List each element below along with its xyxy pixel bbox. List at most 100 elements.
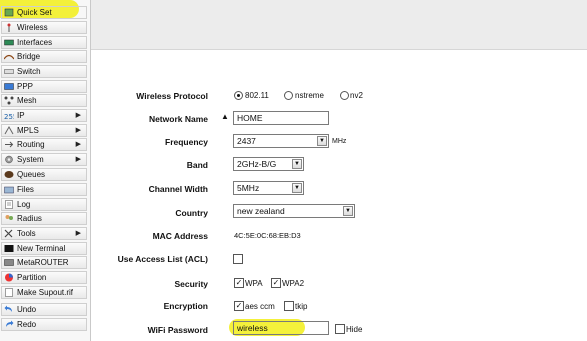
chevron-right-icon: ▶ bbox=[75, 127, 81, 134]
wifi-password-input[interactable]: wireless bbox=[233, 321, 329, 335]
wpa-checkbox[interactable]: ✓ bbox=[234, 278, 244, 288]
sidebar-item-bridge[interactable]: Bridge bbox=[1, 50, 87, 63]
use-acl-checkbox[interactable] bbox=[233, 254, 243, 264]
ip-icon: 255 bbox=[4, 111, 14, 120]
antenna-icon bbox=[4, 23, 14, 32]
terminal-icon bbox=[4, 244, 14, 253]
country-select[interactable]: new zealand ▼ bbox=[233, 204, 355, 218]
sidebar-item-switch[interactable]: Switch bbox=[1, 65, 87, 78]
metarouter-icon bbox=[4, 258, 14, 267]
sidebar-item-undo[interactable]: Undo bbox=[1, 303, 87, 316]
ppp-icon bbox=[4, 82, 14, 91]
sidebar-item-metarouter[interactable]: MetaROUTER bbox=[1, 256, 87, 269]
sidebar-item-ppp[interactable]: PPP bbox=[1, 80, 87, 93]
mac-address-value: 4C:5E:0C:68:EB:D3 bbox=[234, 231, 301, 240]
hide-password-label: Hide bbox=[346, 325, 363, 334]
sidebar-item-label: Undo bbox=[17, 305, 37, 314]
chevron-right-icon: ▶ bbox=[75, 141, 81, 148]
sidebar-item-mpls[interactable]: MPLS ▶ bbox=[1, 124, 87, 137]
mesh-icon bbox=[4, 96, 14, 105]
wireless-protocol-label: Wireless Protocol bbox=[136, 91, 208, 101]
network-name-input[interactable]: HOME bbox=[233, 111, 329, 125]
encryption-label: Encryption bbox=[163, 301, 208, 311]
queues-icon bbox=[4, 170, 14, 179]
security-label: Security bbox=[174, 279, 208, 289]
chevron-down-icon[interactable]: ▼ bbox=[292, 159, 302, 169]
frequency-unit: MHz bbox=[332, 138, 347, 145]
aes-ccm-checkbox[interactable]: ✓ bbox=[234, 301, 244, 311]
sidebar-item-label: Interfaces bbox=[17, 38, 53, 47]
chevron-down-icon[interactable]: ▼ bbox=[292, 183, 302, 193]
tkip-checkbox[interactable] bbox=[284, 301, 294, 311]
sidebar-item-system[interactable]: System ▶ bbox=[1, 153, 87, 166]
sidebar-menu: Quick Set Wireless Interfaces Bridge Switch P… bbox=[0, 0, 91, 341]
sidebar-item-redo[interactable]: Redo bbox=[1, 318, 87, 331]
chevron-right-icon: ▶ bbox=[75, 230, 81, 237]
sidebar-item-make-supout-rif[interactable]: Make Supout.rif bbox=[1, 286, 87, 299]
sidebar-item-label: Mesh bbox=[17, 96, 37, 105]
sidebar-item-label: Redo bbox=[17, 320, 37, 329]
sidebar-item-label: Partition bbox=[17, 273, 47, 282]
switch-icon bbox=[4, 67, 14, 76]
chevron-down-icon[interactable]: ▼ bbox=[343, 206, 353, 216]
chevron-down-icon[interactable]: ▼ bbox=[317, 136, 327, 146]
top-panel bbox=[91, 0, 587, 50]
sidebar-item-label: Quick Set bbox=[17, 8, 52, 17]
channel-width-select[interactable]: 5MHz ▼ bbox=[233, 181, 304, 195]
sidebar-item-label: Switch bbox=[17, 67, 41, 76]
sidebar-item-label: Routing bbox=[17, 140, 45, 149]
sidebar-item-new-terminal[interactable]: New Terminal bbox=[1, 242, 87, 255]
sidebar-item-label: Wireless bbox=[17, 23, 48, 32]
country-value: new zealand bbox=[237, 206, 285, 216]
sidebar-item-interfaces[interactable]: Interfaces bbox=[1, 36, 87, 49]
interfaces-icon bbox=[4, 38, 14, 47]
frequency-select[interactable]: 2437 ▼ bbox=[233, 134, 329, 148]
protocol-nstreme-radio[interactable] bbox=[284, 91, 293, 100]
channel-width-value: 5MHz bbox=[237, 183, 260, 193]
sidebar-item-label: IP bbox=[17, 111, 25, 120]
protocol-nv2-label: nv2 bbox=[350, 91, 363, 100]
radius-icon bbox=[4, 214, 14, 223]
wpa2-checkbox[interactable]: ✓ bbox=[271, 278, 281, 288]
protocol-80211-label: 802.11 bbox=[245, 91, 269, 100]
band-select[interactable]: 2GHz-B/G ▼ bbox=[233, 157, 304, 171]
sidebar-item-partition[interactable]: Partition bbox=[1, 271, 87, 284]
country-label: Country bbox=[175, 208, 208, 218]
sidebar-item-label: Tools bbox=[17, 229, 36, 238]
quick-set-icon bbox=[4, 8, 14, 17]
channel-width-label: Channel Width bbox=[148, 184, 208, 194]
mpls-icon bbox=[4, 126, 14, 135]
sidebar-item-label: System bbox=[17, 155, 44, 164]
sidebar-item-tools[interactable]: Tools ▶ bbox=[1, 227, 87, 240]
sidebar-item-label: Bridge bbox=[17, 52, 41, 61]
partition-icon bbox=[4, 273, 14, 282]
wifi-password-label: WiFi Password bbox=[147, 325, 208, 335]
sidebar-item-routing[interactable]: Routing ▶ bbox=[1, 138, 87, 151]
sidebar-item-wireless[interactable]: Wireless bbox=[1, 21, 87, 34]
sort-up-icon[interactable]: ▲ bbox=[221, 112, 229, 121]
aes-ccm-label: aes ccm bbox=[245, 302, 275, 311]
frequency-value: 2437 bbox=[237, 136, 256, 146]
sidebar-item-quick-set[interactable]: Quick Set bbox=[1, 6, 87, 19]
hide-password-checkbox[interactable] bbox=[335, 324, 345, 334]
network-name-label: Network Name bbox=[148, 114, 208, 124]
sidebar-item-files[interactable]: Files bbox=[1, 183, 87, 196]
protocol-80211-radio[interactable] bbox=[234, 91, 243, 100]
protocol-nv2-radio[interactable] bbox=[340, 91, 349, 100]
band-value: 2GHz-B/G bbox=[237, 159, 277, 169]
sidebar-item-radius[interactable]: Radius bbox=[1, 212, 87, 225]
routing-icon bbox=[4, 140, 14, 149]
sidebar-item-log[interactable]: Log bbox=[1, 198, 87, 211]
sidebar-item-label: Log bbox=[17, 200, 31, 209]
gear-icon bbox=[4, 155, 14, 164]
sidebar-item-queues[interactable]: Queues bbox=[1, 168, 87, 181]
folder-icon bbox=[4, 185, 14, 194]
sidebar-item-label: Make Supout.rif bbox=[17, 288, 74, 297]
tkip-label: tkip bbox=[295, 302, 308, 311]
wpa-label: WPA bbox=[245, 279, 263, 288]
sidebar-item-label: New Terminal bbox=[17, 244, 66, 253]
sidebar-item-label: PPP bbox=[17, 82, 34, 91]
tools-icon bbox=[4, 229, 14, 238]
sidebar-item-ip[interactable]: 255IP ▶ bbox=[1, 109, 87, 122]
sidebar-item-mesh[interactable]: Mesh bbox=[1, 94, 87, 107]
